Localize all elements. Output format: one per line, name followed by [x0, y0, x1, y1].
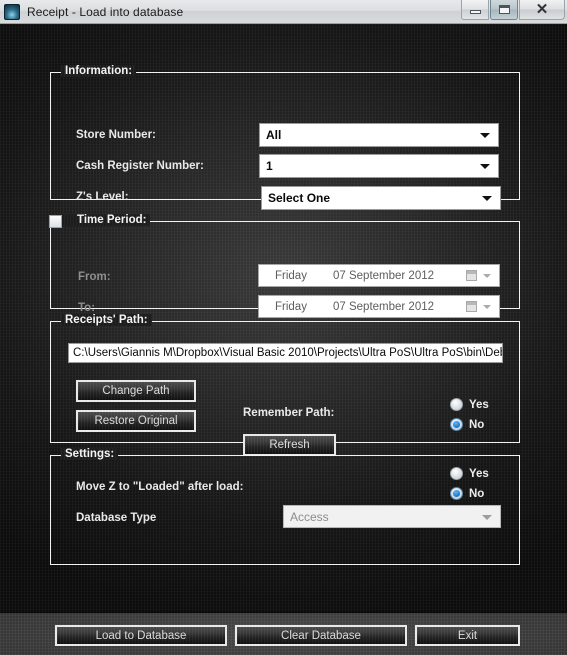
to-label: To: — [78, 302, 96, 314]
store-number-value: All — [266, 128, 282, 142]
change-path-label: Change Path — [102, 385, 170, 397]
time-period-checkbox[interactable] — [49, 215, 62, 228]
title-bar: Receipt - Load into database ✕ — [0, 0, 567, 24]
radio-indicator — [450, 467, 463, 480]
exit-label: Exit — [457, 629, 478, 642]
app-icon — [4, 3, 20, 20]
to-date-picker[interactable]: Friday 07 September 2012 — [258, 295, 500, 318]
change-path-button[interactable]: Change Path — [76, 380, 196, 402]
restore-original-label: Restore Original — [94, 415, 178, 427]
chevron-down-icon — [483, 304, 491, 309]
clear-database-label: Clear Database — [281, 629, 361, 642]
chevron-down-icon — [482, 514, 492, 520]
radio-indicator — [450, 398, 463, 411]
title-bar-left: Receipt - Load into database — [0, 0, 183, 23]
radio-indicator-selected — [450, 418, 463, 431]
exit-button[interactable]: Exit — [415, 625, 520, 646]
settings-group-title: Settings: — [61, 448, 119, 460]
zs-level-value: Select One — [268, 191, 331, 205]
maximize-icon — [498, 5, 510, 14]
store-number-label: Store Number: — [76, 129, 156, 141]
chevron-down-icon — [480, 133, 490, 138]
move-z-no-label: No — [469, 487, 485, 500]
load-to-database-label: Load to Database — [95, 629, 187, 642]
to-date-day: Friday — [275, 300, 307, 313]
window-controls: ✕ — [460, 0, 565, 21]
time-period-group-title: Time Period: — [55, 214, 151, 226]
zs-level-label: Z's Level: — [76, 191, 129, 203]
receipts-path-value: C:\Users\Giannis M\Dropbox\Visual Basic … — [73, 347, 503, 359]
move-z-yes-radio[interactable]: Yes — [450, 467, 489, 480]
remember-path-no-label: No — [469, 418, 485, 431]
remember-path-no-radio[interactable]: No — [450, 418, 484, 431]
minimize-icon — [469, 10, 481, 14]
to-date-value: 07 September 2012 — [333, 300, 435, 313]
move-z-label: Move Z to "Loaded" after load: — [76, 481, 244, 493]
from-date-day: Friday — [275, 269, 307, 282]
from-date-picker[interactable]: Friday 07 September 2012 — [258, 264, 500, 287]
close-icon: ✕ — [535, 0, 549, 18]
from-date-value: 07 September 2012 — [333, 269, 435, 282]
cash-register-number-value: 1 — [266, 159, 273, 173]
refresh-label: Refresh — [269, 439, 310, 451]
calendar-icon — [466, 269, 477, 281]
form-surface: Information: Store Number: All Cash Regi… — [0, 24, 567, 655]
footer-bar: Load to Database Clear Database Exit — [0, 612, 567, 655]
move-z-yes-label: Yes — [469, 467, 489, 480]
receipt-load-window: Receipt - Load into database ✕ Informati… — [0, 0, 567, 655]
receipts-path-input[interactable]: C:\Users\Giannis M\Dropbox\Visual Basic … — [68, 343, 503, 363]
minimize-button[interactable] — [461, 0, 489, 20]
database-type-value: Access — [290, 509, 329, 524]
cash-register-number-label: Cash Register Number: — [76, 160, 204, 172]
calendar-icon — [466, 300, 477, 312]
restore-original-button[interactable]: Restore Original — [76, 410, 196, 432]
clear-database-button[interactable]: Clear Database — [235, 625, 407, 646]
receipts-path-group-title: Receipts' Path: — [61, 314, 152, 326]
store-number-combo[interactable]: All — [259, 123, 499, 147]
load-to-database-button[interactable]: Load to Database — [55, 625, 227, 646]
zs-level-combo[interactable]: Select One — [261, 186, 501, 210]
chevron-down-icon — [483, 273, 491, 278]
maximize-button[interactable] — [490, 0, 518, 20]
remember-path-label: Remember Path: — [243, 407, 335, 419]
refresh-button[interactable]: Refresh — [243, 434, 336, 456]
chevron-down-icon — [482, 196, 492, 201]
information-group-title: Information: — [61, 65, 137, 77]
remember-path-yes-radio[interactable]: Yes — [450, 398, 489, 411]
move-z-no-radio[interactable]: No — [450, 487, 484, 500]
chevron-down-icon — [480, 164, 490, 169]
cash-register-number-combo[interactable]: 1 — [259, 154, 499, 178]
remember-path-yes-label: Yes — [469, 398, 489, 411]
window-title: Receipt - Load into database — [27, 4, 184, 19]
database-type-label: Database Type — [76, 512, 157, 524]
database-type-combo[interactable]: Access — [283, 505, 501, 528]
close-button[interactable]: ✕ — [519, 0, 565, 20]
from-label: From: — [78, 271, 111, 283]
radio-indicator-selected — [450, 487, 463, 500]
